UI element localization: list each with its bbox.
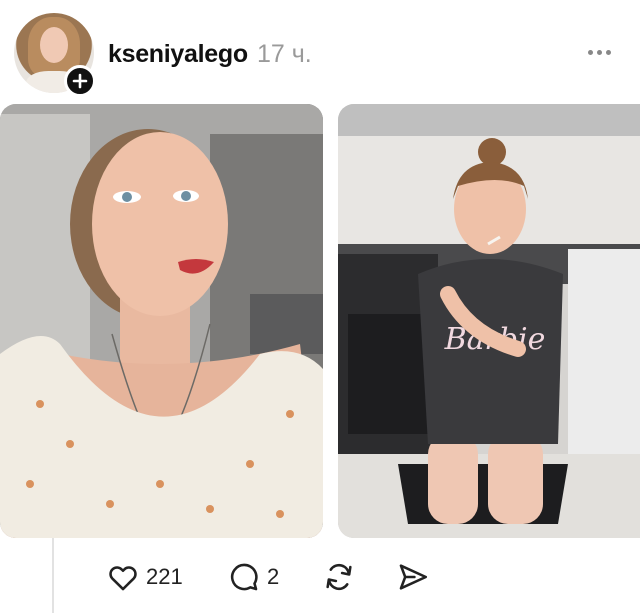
more-options-button[interactable] — [583, 42, 615, 62]
post-photo-1[interactable] — [0, 104, 323, 538]
comment-button[interactable]: 2 — [227, 560, 279, 594]
selfie-illustration — [0, 104, 323, 538]
speech-bubble-icon — [230, 563, 258, 591]
repost-icon — [326, 563, 352, 591]
send-icon — [399, 564, 428, 590]
follow-plus-button[interactable] — [64, 65, 96, 97]
thread-line — [52, 538, 54, 613]
repost-button[interactable] — [322, 560, 356, 594]
heart-icon — [109, 566, 137, 591]
kitchen-illustration: Barbie — [338, 104, 640, 538]
share-button[interactable] — [396, 560, 430, 594]
more-dots-icon — [587, 49, 593, 55]
like-button[interactable]: 221 — [106, 560, 183, 594]
username[interactable]: kseniyalego — [108, 40, 248, 69]
plus-icon — [72, 73, 88, 89]
like-count: 221 — [146, 564, 183, 589]
post-photo-2[interactable]: Barbie — [338, 104, 640, 538]
avatar-face — [40, 27, 68, 63]
comment-count: 2 — [267, 564, 280, 589]
post-time: 17 ч. — [257, 40, 312, 68]
